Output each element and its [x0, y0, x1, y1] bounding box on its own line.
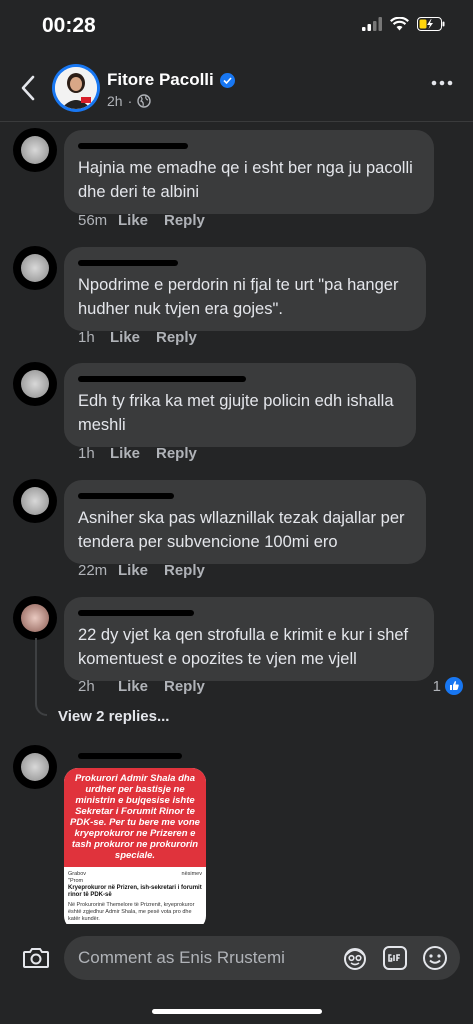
comment-actions: 1h Like Reply: [78, 445, 197, 462]
battery-charging-icon: [417, 17, 445, 31]
verified-badge-icon: [219, 72, 235, 88]
post-header: Fitore Pacolli 2h ·: [0, 56, 473, 122]
comment-time: 1h: [78, 445, 95, 462]
like-button[interactable]: Like: [110, 329, 156, 346]
camera-icon[interactable]: [22, 946, 50, 970]
comment-actions: 2h Like Reply: [78, 678, 205, 695]
comment-bubble[interactable]: Hajnia me emadhe qe i esht ber nga ju pa…: [64, 130, 434, 214]
like-button[interactable]: Like: [118, 212, 164, 229]
comment-actions: 22m Like Reply: [78, 562, 205, 579]
avatar-photo-icon: [21, 136, 49, 164]
avatar-photo-icon: [21, 753, 49, 781]
author-photo-icon: [55, 67, 97, 109]
image-body-text: Në Prokurorinë Themelore të Prizrenit, k…: [68, 902, 195, 922]
author-name[interactable]: Fitore Pacolli: [107, 70, 214, 90]
comment-time: 56m: [78, 212, 108, 229]
commenter-avatar[interactable]: [13, 596, 57, 640]
commenter-name-redacted: [78, 138, 420, 154]
image-headline: Prokurori Admir Shala dha urdher per bas…: [64, 768, 206, 867]
reply-button[interactable]: Reply: [164, 212, 205, 229]
comment-bubble[interactable]: Edh ty frika ka met gjujte policin edh i…: [64, 363, 416, 447]
image-fragment-row: Grabov nësimev: [68, 871, 202, 878]
globe-icon: [137, 94, 151, 108]
avatar-sticker-icon[interactable]: [342, 945, 368, 971]
status-bar: 00:28: [0, 0, 473, 56]
composer-icons: [342, 945, 448, 971]
more-options-icon[interactable]: [431, 80, 453, 86]
comment-time: 1h: [78, 329, 95, 346]
commenter-avatar[interactable]: [13, 362, 57, 406]
status-icons: [362, 17, 445, 31]
comment-text: Hajnia me emadhe qe i esht ber nga ju pa…: [78, 159, 413, 201]
image-fragment-prom: "Prom: [68, 878, 84, 884]
post-time: 2h: [107, 93, 123, 109]
image-caption: Kryeprokuror në Prizren, ish-sekretari i…: [68, 885, 202, 898]
comment-time: 22m: [78, 562, 108, 579]
commenter-name-redacted: [78, 488, 412, 504]
comment-text: Asniher ska pas wllaznillak tezak dajall…: [78, 509, 405, 551]
commenter-name-redacted: [78, 605, 420, 621]
avatar-photo-icon: [21, 487, 49, 515]
comment-text: 22 dy vjet ka qen strofulla e krimit e k…: [78, 626, 409, 668]
home-indicator[interactable]: [152, 1009, 322, 1014]
commenter-avatar[interactable]: [13, 128, 57, 172]
comment-text: Edh ty frika ka met gjujte policin edh i…: [78, 392, 394, 434]
like-reaction-icon: [445, 677, 463, 695]
author-avatar[interactable]: [52, 64, 100, 112]
avatar-photo-icon: [21, 604, 49, 632]
wifi-icon: [390, 17, 409, 31]
emoji-icon[interactable]: [422, 945, 448, 971]
signal-icon: [362, 17, 382, 31]
gif-icon[interactable]: [382, 945, 408, 971]
comment-actions: 1h Like Reply: [78, 329, 197, 346]
image-article: Grabov nësimev "Prom Kryeprokuror në Pri…: [64, 867, 206, 927]
reply-button[interactable]: Reply: [164, 678, 205, 695]
image-fragment-left: Grabov: [68, 871, 87, 877]
reaction-count-number: 1: [432, 677, 441, 695]
commenter-avatar[interactable]: [13, 745, 57, 789]
comment-image[interactable]: Prokurori Admir Shala dha urdher per bas…: [64, 768, 206, 930]
comment-bubble[interactable]: Asniher ska pas wllaznillak tezak dajall…: [64, 480, 426, 564]
comment-input[interactable]: Comment as Enis Rrustemi: [64, 936, 460, 980]
back-icon[interactable]: [18, 74, 40, 102]
post-meta: 2h ·: [107, 93, 151, 109]
status-time: 00:28: [42, 14, 96, 37]
comment-time: 2h: [78, 678, 95, 695]
avatar-photo-icon: [21, 370, 49, 398]
dot-separator: ·: [127, 93, 133, 109]
like-button[interactable]: Like: [110, 445, 156, 462]
reaction-count[interactable]: 1: [433, 677, 463, 695]
comment-bubble[interactable]: 22 dy vjet ka qen strofulla e krimit e k…: [64, 597, 434, 681]
avatar-photo-icon: [21, 254, 49, 282]
reply-button[interactable]: Reply: [156, 445, 197, 462]
commenter-name-redacted: [78, 255, 412, 271]
reply-button[interactable]: Reply: [164, 562, 205, 579]
image-fragment-right: nësimev: [181, 871, 202, 877]
thread-line: [35, 638, 47, 716]
commenter-avatar[interactable]: [13, 479, 57, 523]
like-button[interactable]: Like: [118, 678, 164, 695]
reply-button[interactable]: Reply: [156, 329, 197, 346]
comment-text: Npodrime e perdorin ni fjal te urt "pa h…: [78, 276, 399, 318]
view-replies-link[interactable]: View 2 replies...: [58, 708, 169, 725]
commenter-name-redacted: [78, 371, 402, 387]
comment-bubble[interactable]: Npodrime e perdorin ni fjal te urt "pa h…: [64, 247, 426, 331]
comment-input-placeholder: Comment as Enis Rrustemi: [78, 948, 285, 967]
commenter-avatar[interactable]: [13, 246, 57, 290]
comment-actions: 56m Like Reply: [78, 212, 205, 229]
author-name-row[interactable]: Fitore Pacolli: [107, 70, 235, 90]
like-button[interactable]: Like: [118, 562, 164, 579]
